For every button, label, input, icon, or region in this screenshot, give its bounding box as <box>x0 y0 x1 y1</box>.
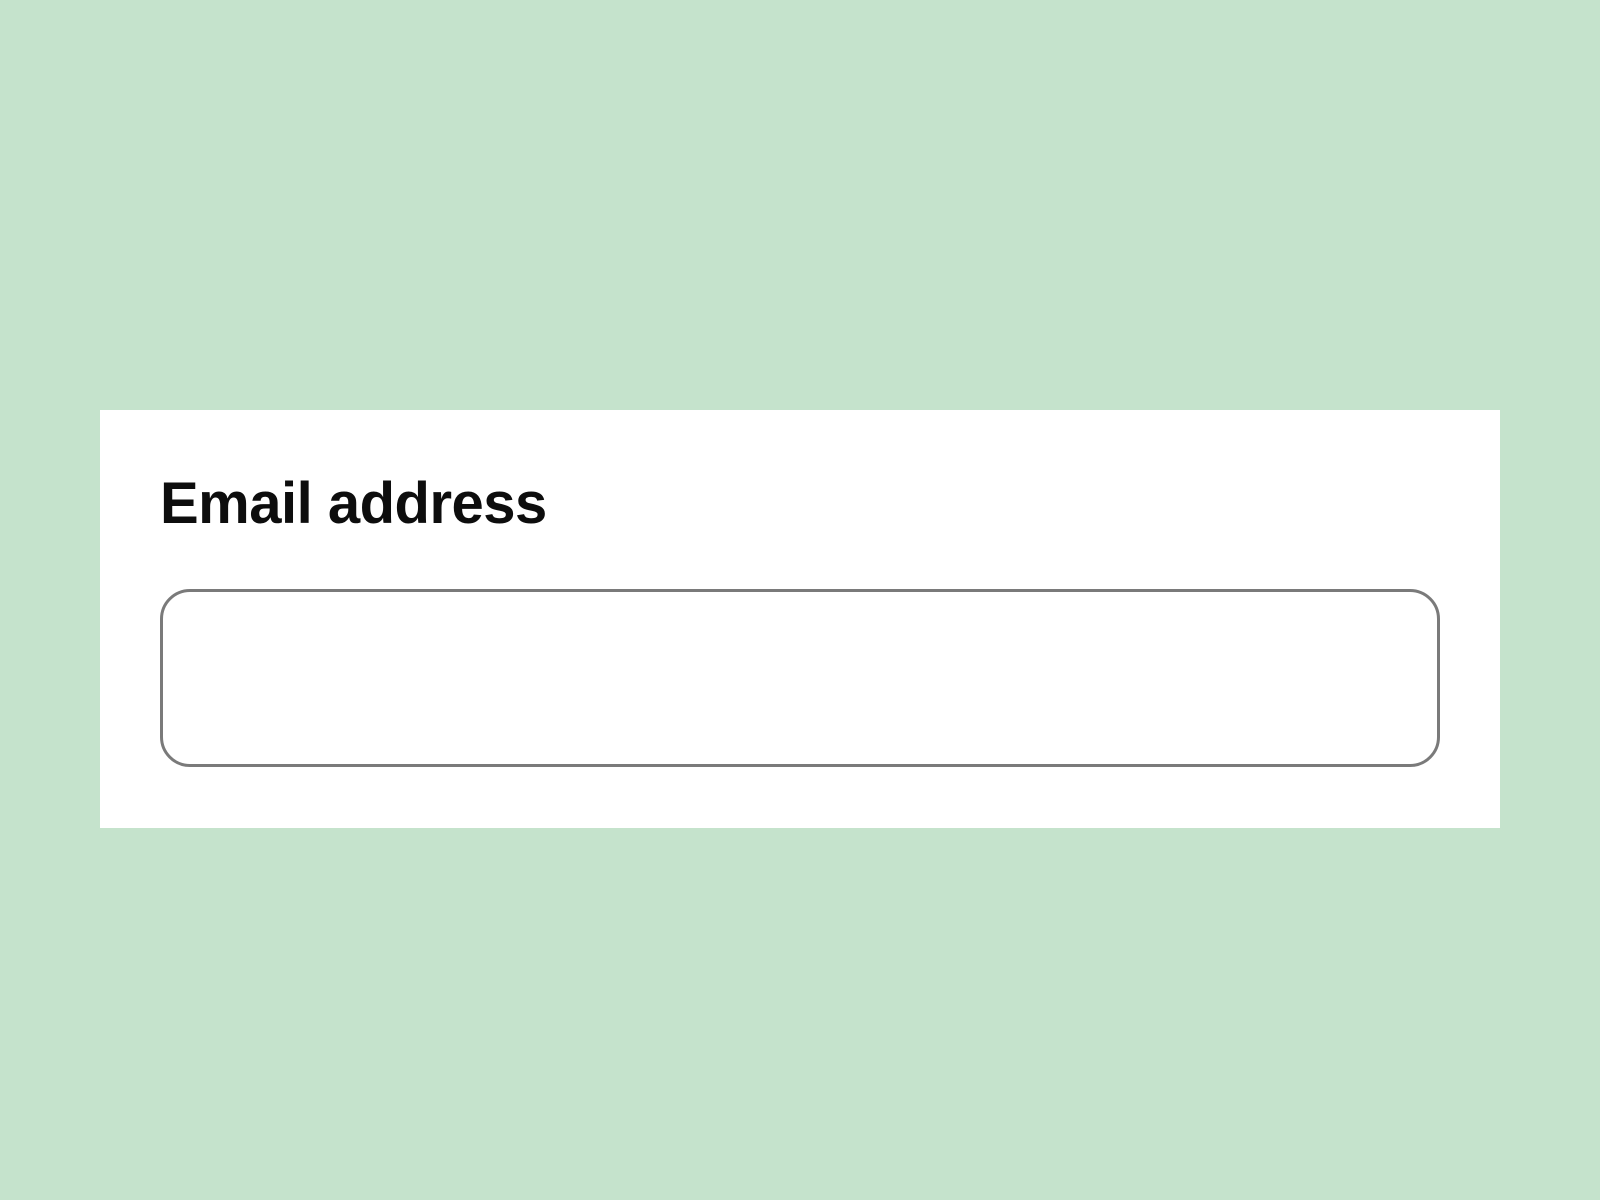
form-card: Email address <box>100 410 1500 828</box>
email-field[interactable] <box>160 589 1440 767</box>
email-label: Email address <box>160 470 1440 537</box>
